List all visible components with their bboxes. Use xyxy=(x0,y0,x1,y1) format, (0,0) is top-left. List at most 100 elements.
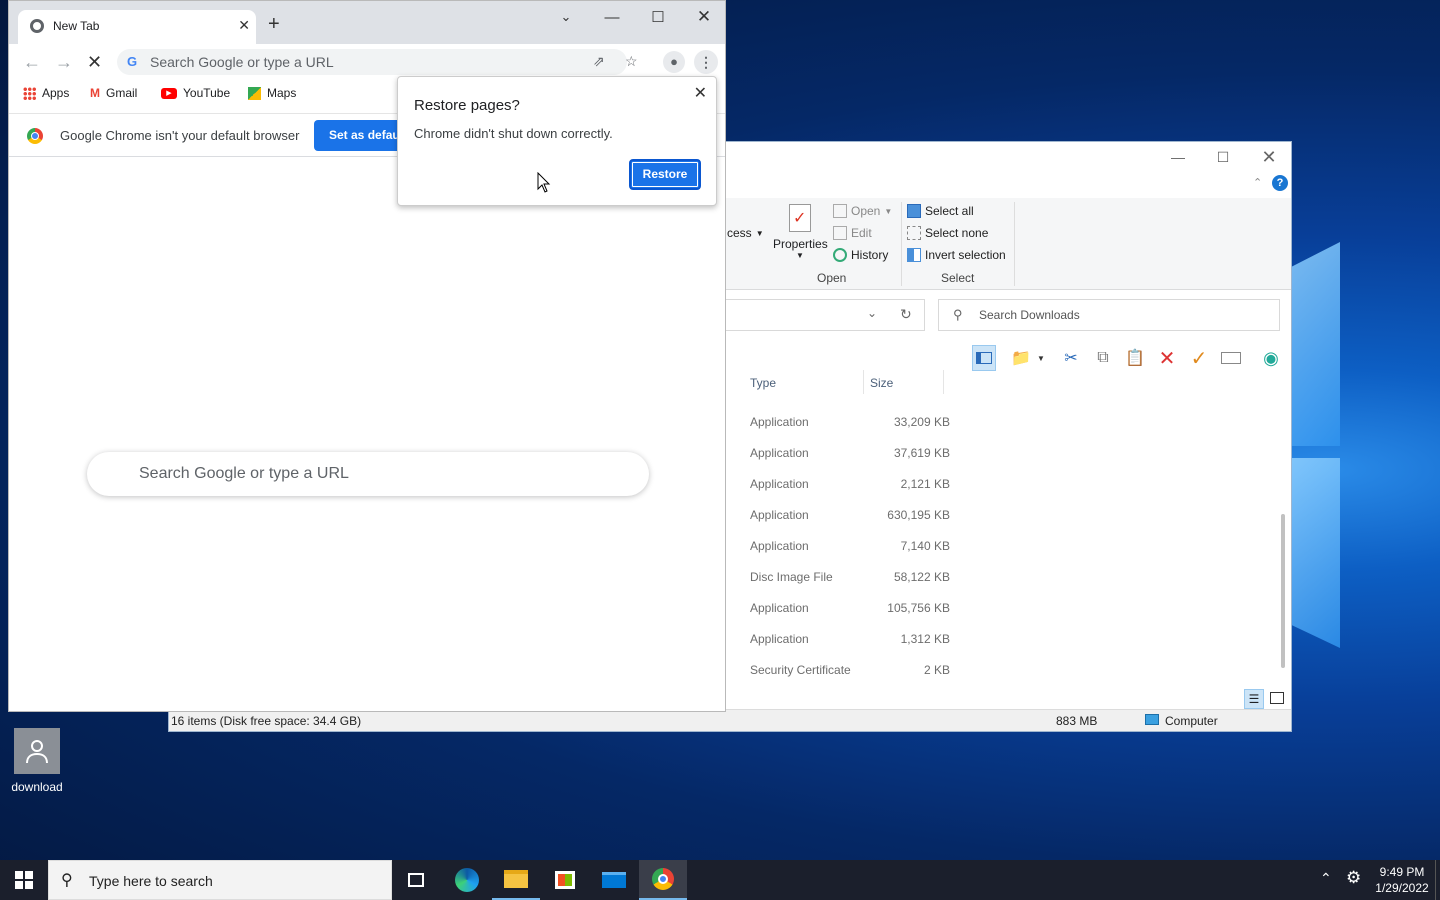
paste-icon[interactable]: 📋 xyxy=(1123,345,1147,371)
bookmark-youtube[interactable]: ▶ YouTube xyxy=(161,86,230,100)
taskbar-search-box[interactable]: ⚲ Type here to search xyxy=(48,860,392,900)
checkmark-icon[interactable]: ✓ xyxy=(1187,345,1211,371)
close-icon[interactable]: ✕ xyxy=(238,17,250,34)
column-divider xyxy=(943,370,944,394)
user-icon xyxy=(14,728,60,774)
select-group-label: Select xyxy=(941,271,975,285)
open-icon xyxy=(833,204,847,218)
file-size-cell: 630,195 KB xyxy=(887,508,950,522)
cut-icon[interactable]: ✂ xyxy=(1059,345,1083,371)
bookmark-apps[interactable]: Apps xyxy=(23,86,69,100)
help-icon[interactable]: ? xyxy=(1272,175,1288,191)
bookmark-maps[interactable]: Maps xyxy=(248,86,296,100)
edge-icon[interactable] xyxy=(443,860,491,900)
file-size-cell: 2 KB xyxy=(923,663,950,677)
minimize-button[interactable]: — xyxy=(1155,144,1201,170)
file-type-cell: Application xyxy=(750,601,809,615)
file-type-cell: Application xyxy=(750,508,809,522)
bookmark-label: Gmail xyxy=(106,86,138,100)
file-row[interactable]: Application 7,140 KB xyxy=(750,539,950,559)
file-row[interactable]: Application 37,619 KB xyxy=(750,446,950,466)
file-row[interactable]: Application 33,209 KB xyxy=(750,415,950,435)
forward-icon[interactable]: → xyxy=(55,52,73,73)
access-label: cess xyxy=(727,226,752,240)
file-row[interactable]: Application 630,195 KB xyxy=(750,508,950,528)
minimize-button[interactable]: — xyxy=(592,5,632,29)
mail-icon[interactable] xyxy=(590,860,638,900)
tab-strip[interactable]: New Tab ✕ + ⌄ — ☐ ✕ xyxy=(9,1,725,44)
file-size-cell: 37,619 KB xyxy=(893,446,950,460)
menu-icon[interactable]: ⋮ xyxy=(694,50,718,74)
toolbar: ← → ✕ G Search Google or type a URL ⇗ ☆ … xyxy=(9,44,725,80)
select-all-button[interactable]: Select all xyxy=(907,204,974,218)
open-button[interactable]: Open ▼ xyxy=(833,204,892,218)
folder-check-icon[interactable]: 📁 xyxy=(1009,345,1033,371)
store-icon[interactable] xyxy=(541,860,589,900)
show-desktop-button[interactable] xyxy=(1435,860,1440,900)
search-icon: ⚲ xyxy=(61,872,73,889)
access-dropdown[interactable]: cess ▼ xyxy=(727,226,764,240)
show-hidden-icons-chevron-icon[interactable]: ⌃ xyxy=(1320,870,1332,887)
preview-pane-icon[interactable] xyxy=(972,345,996,371)
start-button[interactable] xyxy=(0,860,48,900)
refresh-icon[interactable]: ↻ xyxy=(900,306,912,323)
back-icon[interactable]: ← xyxy=(23,52,41,73)
omnibox[interactable]: G Search Google or type a URL ⇗ ☆ xyxy=(117,49,638,75)
close-button[interactable]: ✕ xyxy=(684,5,724,29)
details-view-icon[interactable]: ☰ xyxy=(1244,689,1264,709)
settings-gear-icon[interactable]: ⚙ xyxy=(1346,868,1361,888)
tab-search-icon[interactable]: ⌄ xyxy=(546,5,586,29)
edit-icon xyxy=(833,226,847,240)
address-bar[interactable]: ⌄ ↻ xyxy=(725,299,925,331)
file-row[interactable]: Application 105,756 KB xyxy=(750,601,950,621)
profile-icon[interactable]: ● xyxy=(663,51,685,73)
file-explorer-icon[interactable] xyxy=(492,860,540,900)
bookmark-star-icon[interactable]: ☆ xyxy=(625,53,638,70)
restore-button[interactable]: Restore xyxy=(629,159,701,190)
close-icon[interactable]: ✕ xyxy=(694,83,707,103)
copy-icon[interactable]: ⧉ xyxy=(1091,345,1115,371)
maximize-button[interactable]: ☐ xyxy=(638,5,678,29)
tab-new-tab[interactable]: New Tab ✕ xyxy=(18,10,256,44)
clock-time: 9:49 PM xyxy=(1379,865,1425,879)
file-row[interactable]: Application 2,121 KB xyxy=(750,477,950,497)
history-button[interactable]: History xyxy=(833,248,888,262)
set-default-button[interactable]: Set as default xyxy=(314,120,400,151)
file-row[interactable]: Security Certificate 2 KB xyxy=(750,663,950,683)
file-row[interactable]: Application 1,312 KB xyxy=(750,632,950,652)
invert-selection-button[interactable]: Invert selection xyxy=(907,248,1006,262)
ribbon-collapse-icon[interactable]: ⌃ xyxy=(1253,176,1262,189)
large-icons-view-icon[interactable] xyxy=(1270,692,1284,704)
task-view-icon[interactable] xyxy=(392,860,440,900)
edit-button[interactable]: Edit xyxy=(833,226,872,240)
close-button[interactable]: ✕ xyxy=(1246,144,1292,170)
status-items-count: 16 items (Disk free space: 34.4 GB) xyxy=(171,714,362,728)
share-icon[interactable]: ⇗ xyxy=(593,53,605,70)
vertical-scrollbar[interactable] xyxy=(1281,514,1285,668)
column-header-type[interactable]: Type xyxy=(750,376,776,390)
column-header-size[interactable]: Size xyxy=(870,376,893,390)
desktop-icon-download[interactable]: download xyxy=(8,728,66,794)
chrome-icon[interactable] xyxy=(639,860,687,900)
omnibox-placeholder: Search Google or type a URL xyxy=(150,54,334,70)
desktop-wallpaper-pane xyxy=(1292,242,1340,446)
chevron-down-icon[interactable]: ▼ xyxy=(1035,345,1047,371)
search-box[interactable]: ⚲ Search Downloads xyxy=(938,299,1280,331)
stop-loading-icon[interactable]: ✕ xyxy=(87,52,102,73)
file-row[interactable]: Disc Image File 58,122 KB xyxy=(750,570,950,590)
chrome-favicon-icon xyxy=(30,19,44,33)
properties-button[interactable]: ✓ Properties ▼ xyxy=(773,204,828,260)
delete-icon[interactable]: ✕ xyxy=(1155,345,1179,371)
bookmark-gmail[interactable]: M Gmail xyxy=(90,86,137,100)
system-clock[interactable]: 9:49 PM 1/29/2022 xyxy=(1372,864,1432,896)
select-none-button[interactable]: Select none xyxy=(907,226,988,240)
rename-icon[interactable] xyxy=(1219,345,1243,371)
maximize-button[interactable]: ☐ xyxy=(1200,144,1246,170)
globe-icon[interactable]: ◉ xyxy=(1259,345,1283,371)
chrome-logo-icon xyxy=(27,128,43,144)
new-tab-button[interactable]: + xyxy=(268,13,280,36)
search-placeholder: Search Downloads xyxy=(979,308,1080,322)
mouse-cursor-icon xyxy=(537,172,551,193)
chevron-down-icon[interactable]: ⌄ xyxy=(867,306,877,320)
ntp-search-box[interactable]: Search Google or type a URL xyxy=(87,452,649,496)
